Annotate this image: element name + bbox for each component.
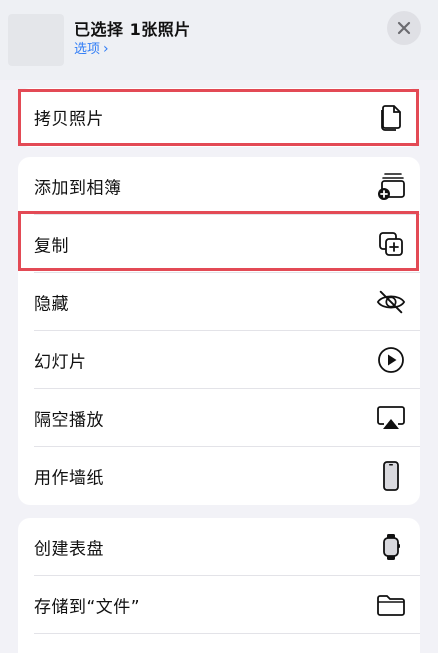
airplay-icon: [376, 403, 406, 433]
airplay-row[interactable]: 隔空播放: [18, 389, 420, 447]
chevron-right-icon: ›: [103, 41, 109, 57]
duplicate-label: 复制: [34, 236, 69, 257]
save-to-files-label: 存储到“文件”: [34, 597, 141, 618]
slideshow-row[interactable]: 幻灯片: [18, 331, 420, 389]
share-sheet: 已选择 1张照片 选项 › 拷贝照片 添加到相簿 复制 隐藏 幻灯片 隔空播放 …: [0, 0, 438, 653]
save-to-files-row[interactable]: 存储到“文件”: [18, 576, 420, 634]
phone-icon: [376, 461, 406, 491]
create-watch-face-label: 创建表盘: [34, 539, 104, 560]
action-group-more: 创建表盘 存储到“文件”: [18, 518, 420, 653]
slideshow-label: 幻灯片: [34, 352, 87, 373]
hide-label: 隐藏: [34, 294, 69, 315]
selection-title: 已选择 1张照片: [74, 20, 191, 39]
duplicate-row[interactable]: 复制: [18, 215, 420, 273]
options-link[interactable]: 选项 ›: [74, 38, 109, 57]
copy-photo-label: 拷贝照片: [34, 109, 104, 130]
sheet-header: 已选择 1张照片 选项 ›: [0, 0, 438, 80]
photo-thumbnail: [8, 14, 64, 66]
action-group-copy: 拷贝照片: [18, 88, 420, 147]
folder-icon: [376, 590, 406, 620]
close-button[interactable]: [387, 11, 421, 45]
close-icon: [397, 21, 411, 35]
add-to-album-label: 添加到相簿: [34, 178, 122, 199]
play-circle-icon: [376, 345, 406, 375]
wallpaper-label: 用作墙纸: [34, 468, 104, 489]
wallpaper-row[interactable]: 用作墙纸: [18, 447, 420, 505]
add-to-album-row[interactable]: 添加到相簿: [18, 157, 420, 215]
create-watch-face-row[interactable]: 创建表盘: [18, 518, 420, 576]
action-group-main: 添加到相簿 复制 隐藏 幻灯片 隔空播放 用作墙纸: [18, 157, 420, 505]
airplay-label: 隔空播放: [34, 410, 104, 431]
copy-photo-row[interactable]: 拷贝照片: [18, 88, 420, 146]
options-label: 选项: [74, 42, 101, 57]
add-to-album-icon: [376, 171, 406, 201]
copy-photo-icon: [376, 102, 406, 132]
row-divider: [34, 633, 420, 634]
hide-row[interactable]: 隐藏: [18, 273, 420, 331]
duplicate-icon: [376, 229, 406, 259]
watch-icon: [376, 532, 406, 562]
hide-eye-icon: [376, 287, 406, 317]
